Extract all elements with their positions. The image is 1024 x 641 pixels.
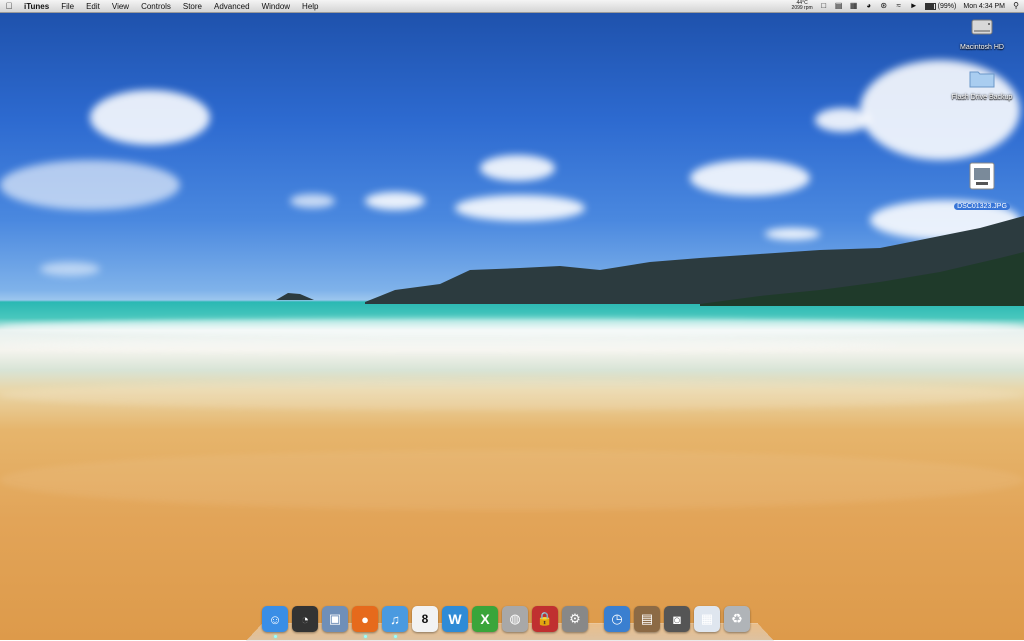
calendar-icon: 8 [421,612,429,626]
dock-item-firefox[interactable]: ● [352,606,378,638]
word-icon: W [448,611,462,627]
desktop-icon-flash-drive-backup[interactable]: Flash Drive Backup [942,68,1022,101]
menu-advanced[interactable]: Advanced [208,2,256,11]
spotlight-icon[interactable]: ⚲ [1012,2,1020,10]
menu-itunes[interactable]: iTunes [18,2,55,11]
volume-icon[interactable]: ► [910,2,918,10]
desktop-icon-label: DSC01323.JPG [954,203,1010,210]
time-machine-icon[interactable]: ◕ [865,2,873,10]
dashboard-icon: ◔ [301,611,309,627]
dock-item-iphoto[interactable]: ▤ [634,606,660,632]
wave-foam [0,338,900,352]
lock-icon: 🔒 [536,611,554,626]
folder-icon [969,71,995,88]
menu-controls[interactable]: Controls [135,2,177,11]
dock-item-time-machine[interactable]: ◷ [604,606,630,632]
dock-item-ical[interactable]: 8 [412,606,438,632]
dock-separator [592,606,600,632]
temperature-readout[interactable]: 44°C 2099 rpm [792,1,813,11]
excel-icon: X [480,611,490,627]
desktop-wallpaper [0,0,1024,640]
menu-help[interactable]: Help [296,2,324,11]
menu-bar:  iTunes File Edit View Controls Store A… [0,0,1024,13]
stack-icon: ▦ [700,611,714,626]
dock-item-trash[interactable]: ♻ [724,606,750,632]
hard-drive-icon [971,19,993,35]
battery-indicator[interactable]: (99%) [924,2,957,10]
preview-icon: ▣ [328,611,342,626]
spaces-icon[interactable]: ▦ [850,2,858,10]
menu-view[interactable]: View [106,2,135,11]
itunes-icon: ♫ [390,611,400,627]
dock-item-system-preferences[interactable]: ⚙ [562,606,588,632]
finder-icon: ☺ [268,611,282,627]
apple-icon[interactable]:  [0,1,18,11]
fan-speed-value: 2099 rpm [791,5,813,11]
jpeg-file-icon [969,162,995,190]
battery-icon [924,2,936,10]
disk-utility-icon: ◍ [509,611,521,626]
running-indicator [363,635,367,638]
camera-icon: ◙ [673,611,681,627]
desktop-icon-macintosh-hd[interactable]: Macintosh HD [942,16,1022,51]
dock-item-finder[interactable]: ☺ [262,606,288,638]
trash-icon: ♻ [731,611,743,626]
dock-item-documents-stack[interactable]: ▦ [694,606,720,632]
menu-file[interactable]: File [55,2,80,11]
bluetooth-icon[interactable]: ⊛ [880,2,888,10]
menu-window[interactable]: Window [256,2,296,11]
clock-icon: ◷ [611,611,623,626]
dock-item-word[interactable]: W [442,606,468,632]
dock-item-photo-booth[interactable]: ◙ [664,606,690,632]
desktop-icon-label: Flash Drive Backup [951,94,1013,101]
gear-icon: ⚙ [569,611,581,626]
dock-item-disk-utility[interactable]: ◍ [502,606,528,632]
wave-foam [0,380,1024,410]
menu-edit[interactable]: Edit [80,2,106,11]
dock-item-keychain[interactable]: 🔒 [532,606,558,632]
status-area: 44°C 2099 rpm □ ▤ ▦ ◕ ⊛ ≈ ► (99%) Mon 4:… [792,0,1020,12]
wave-foam [0,318,1024,336]
firefox-icon: ● [361,611,369,627]
dock-item-excel[interactable]: X [472,606,498,632]
dock-item-dashboard[interactable]: ◔ [292,606,318,632]
dock: ☺ ◔ ▣ ● ♫ 8 W X ◍ 🔒 ⚙ ◷ ▤ ◙ ▦ ♻ [262,600,750,638]
dock-item-preview[interactable]: ▣ [322,606,348,632]
battery-percent: (99%) [937,2,957,10]
clipboard-icon[interactable]: ▤ [835,2,843,10]
wifi-icon[interactable]: ≈ [895,2,903,10]
script-icon[interactable]: □ [820,2,828,10]
photo-icon: ▤ [640,611,654,626]
menu-store[interactable]: Store [177,2,208,11]
menu-clock[interactable]: Mon 4:34 PM [963,3,1005,10]
desktop-icon-label: Macintosh HD [960,44,1004,51]
desktop-icon-dsc01323[interactable]: DSC01323.JPG [942,162,1022,213]
running-indicator [273,635,277,638]
dock-item-itunes[interactable]: ♫ [382,606,408,638]
running-indicator [393,635,397,638]
wave-foam [0,450,1024,510]
